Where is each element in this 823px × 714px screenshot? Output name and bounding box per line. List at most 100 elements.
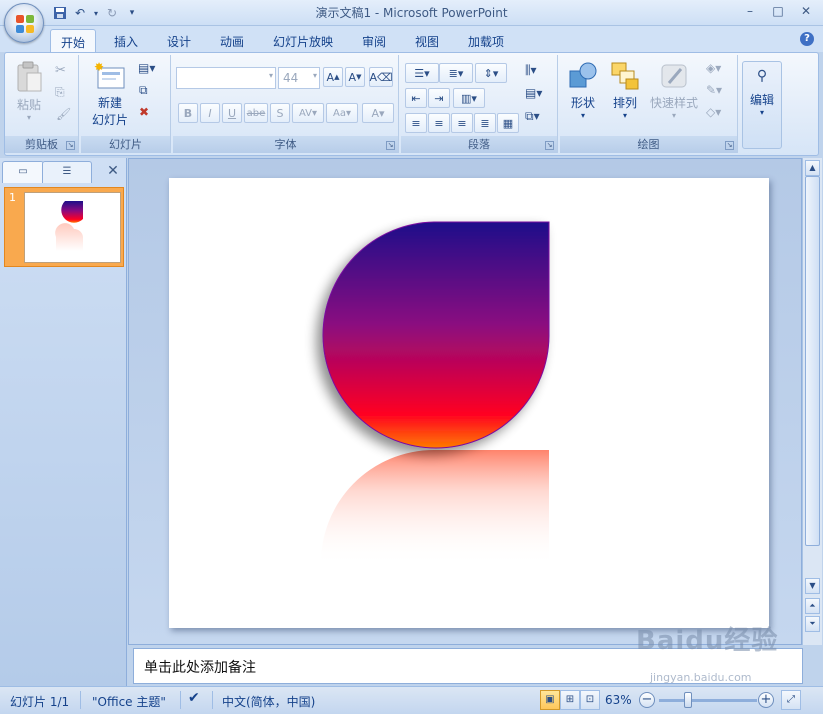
scroll-thumb[interactable] xyxy=(805,176,820,546)
tab-outline[interactable]: ☰ xyxy=(42,161,92,183)
group-label-slides: 幻灯片 xyxy=(81,136,170,153)
previous-slide-icon[interactable]: ⏶ xyxy=(805,598,820,614)
copy-icon[interactable]: ⎘ xyxy=(55,85,65,100)
spell-check-icon[interactable]: ✔ xyxy=(188,690,200,706)
change-case-icon[interactable]: Aa▾ xyxy=(326,103,358,123)
tab-addins[interactable]: 加载项 xyxy=(458,29,514,52)
zoom-slider-track[interactable] xyxy=(659,699,757,702)
tab-design[interactable]: 设计 xyxy=(157,29,201,52)
tab-slides-thumbnails[interactable]: ▭ xyxy=(2,161,44,183)
close-button[interactable]: ✕ xyxy=(793,2,819,20)
font-size-combo[interactable]: 44 ▾ xyxy=(278,67,320,89)
window-title: 演示文稿1 - Microsoft PowerPoint xyxy=(315,6,508,20)
line-spacing-icon[interactable]: ⇕▾ xyxy=(475,63,507,83)
shape-reflection xyxy=(320,450,549,566)
bullets-icon[interactable]: ☰▾ xyxy=(405,63,439,83)
slide-thumbnail-1[interactable]: 1 xyxy=(4,187,124,267)
text-direction-icon[interactable]: ⫼▾ xyxy=(525,63,537,78)
zoom-in-icon[interactable]: + xyxy=(758,692,774,708)
arrange-label: 排列 xyxy=(612,96,637,110)
clear-format-icon[interactable]: A⌫ xyxy=(369,67,393,87)
zoom-slider-knob[interactable] xyxy=(684,692,692,708)
paste-button[interactable]: 粘贴 ▾ xyxy=(11,61,47,122)
slide-thumbnail-number: 1 xyxy=(9,191,16,204)
grow-font-icon[interactable]: A ▲ xyxy=(323,67,343,87)
justify-icon[interactable]: ≣ xyxy=(474,113,496,133)
help-icon[interactable]: ? xyxy=(800,32,814,46)
shapes-icon xyxy=(568,61,598,91)
drawing-launcher-icon[interactable]: ↘ xyxy=(725,141,734,150)
delete-slide-icon[interactable]: ✖ xyxy=(139,105,149,119)
smartart-icon[interactable]: ⧉▾ xyxy=(525,109,540,124)
editing-button[interactable]: ⚲ 编辑 ▾ xyxy=(742,61,782,149)
distributed-icon[interactable]: ▦ xyxy=(497,113,519,133)
scroll-up-icon[interactable]: ▲ xyxy=(805,160,820,176)
align-left-icon[interactable]: ≡ xyxy=(405,113,427,133)
increase-indent-icon[interactable]: ⇥ xyxy=(428,88,450,108)
tab-slideshow[interactable]: 幻灯片放映 xyxy=(263,29,343,52)
vertical-scrollbar[interactable]: ▲ ▼ ⏶ ⏷ xyxy=(802,158,822,645)
shape-fill-icon[interactable]: ◈▾ xyxy=(706,61,721,75)
shape-effects-icon[interactable]: ◇▾ xyxy=(706,105,721,119)
new-slide-icon: ✸ xyxy=(94,60,126,91)
arrange-button[interactable]: 排列 ▾ xyxy=(606,61,644,120)
clipboard-launcher-icon[interactable]: ↘ xyxy=(66,141,75,150)
align-center-icon[interactable]: ≡ xyxy=(428,113,450,133)
italic-icon[interactable]: I xyxy=(200,103,220,123)
baidu-watermark-url: jingyan.baidu.com xyxy=(650,671,752,684)
format-painter-icon[interactable]: 🖌 xyxy=(56,107,71,121)
font-color-icon[interactable]: A▾ xyxy=(362,103,394,123)
minimize-button[interactable]: – xyxy=(737,2,763,20)
baidu-watermark: Baidu经验 xyxy=(636,626,779,656)
group-label-paragraph: 段落 xyxy=(401,136,557,153)
tab-insert[interactable]: 插入 xyxy=(104,29,148,52)
editing-dropdown-icon: ▾ xyxy=(759,108,764,117)
paragraph-launcher-icon[interactable]: ↘ xyxy=(545,141,554,150)
zoom-level[interactable]: 63% xyxy=(605,693,632,707)
arrange-dropdown-icon: ▾ xyxy=(622,111,627,120)
maximize-button[interactable]: □ xyxy=(765,2,791,20)
cut-icon[interactable]: ✂ xyxy=(55,63,66,78)
new-slide-label-2: 幻灯片 xyxy=(91,113,128,127)
group-label-font: 字体 xyxy=(173,136,398,153)
numbering-icon[interactable]: ≣▾ xyxy=(439,63,473,83)
slide-sorter-view-icon[interactable]: ⊞ xyxy=(560,690,580,710)
shadow-icon[interactable]: S xyxy=(270,103,290,123)
shapes-button[interactable]: 形状 ▾ xyxy=(564,61,602,120)
group-drawing: 形状 ▾ 排列 ▾ 快速样式 ▾ ◈▾ ✎▾ ◇▾ 绘图 ↘ xyxy=(560,55,738,153)
teardrop-shape[interactable] xyxy=(169,178,769,628)
align-text-icon[interactable]: ▤▾ xyxy=(525,86,542,100)
font-launcher-icon[interactable]: ↘ xyxy=(386,141,395,150)
layout-icon[interactable]: ▤▾ xyxy=(138,61,155,75)
normal-view-icon[interactable]: ▣ xyxy=(540,690,560,710)
tab-review[interactable]: 审阅 xyxy=(352,29,396,52)
status-bar: 幻灯片 1/1 "Office 主题" ✔ 中文(简体，中国) ▣ ⊞ ⊡ 63… xyxy=(0,686,823,714)
office-button[interactable] xyxy=(4,3,44,43)
quick-styles-button[interactable]: 快速样式 ▾ xyxy=(648,61,700,120)
tab-view[interactable]: 视图 xyxy=(405,29,449,52)
shape-outline-icon[interactable]: ✎▾ xyxy=(706,83,722,97)
columns-icon[interactable]: ▥▾ xyxy=(453,88,485,108)
paste-dropdown-icon: ▾ xyxy=(26,113,31,122)
fit-to-window-icon[interactable]: ⤢ xyxy=(781,690,801,710)
status-separator xyxy=(212,691,213,709)
char-spacing-icon[interactable]: AV▾ xyxy=(292,103,324,123)
group-font: ▾ 44 ▾ A ▲ A ▼ A⌫ B I U abe S AV▾ Aa▾ A▾ 字… xyxy=(173,55,399,153)
slideshow-view-icon[interactable]: ⊡ xyxy=(580,690,600,710)
bold-icon[interactable]: B xyxy=(178,103,198,123)
align-right-icon[interactable]: ≡ xyxy=(451,113,473,133)
next-slide-icon[interactable]: ⏷ xyxy=(805,616,820,632)
scroll-down-icon[interactable]: ▼ xyxy=(805,578,820,594)
underline-icon[interactable]: U xyxy=(222,103,242,123)
decrease-indent-icon[interactable]: ⇤ xyxy=(405,88,427,108)
shrink-font-icon[interactable]: A ▼ xyxy=(345,67,365,87)
new-slide-button[interactable]: ✸ 新建 幻灯片 xyxy=(85,60,135,128)
reset-slide-icon[interactable]: ⧉ xyxy=(139,83,148,98)
tab-animations[interactable]: 动画 xyxy=(210,29,254,52)
strikethrough-icon[interactable]: abe xyxy=(244,103,268,123)
pane-close-icon[interactable]: ✕ xyxy=(104,162,122,180)
slide-canvas[interactable] xyxy=(169,178,769,628)
tab-home[interactable]: 开始 xyxy=(50,29,97,52)
font-name-combo[interactable]: ▾ xyxy=(176,67,276,89)
zoom-out-icon[interactable]: − xyxy=(639,692,655,708)
